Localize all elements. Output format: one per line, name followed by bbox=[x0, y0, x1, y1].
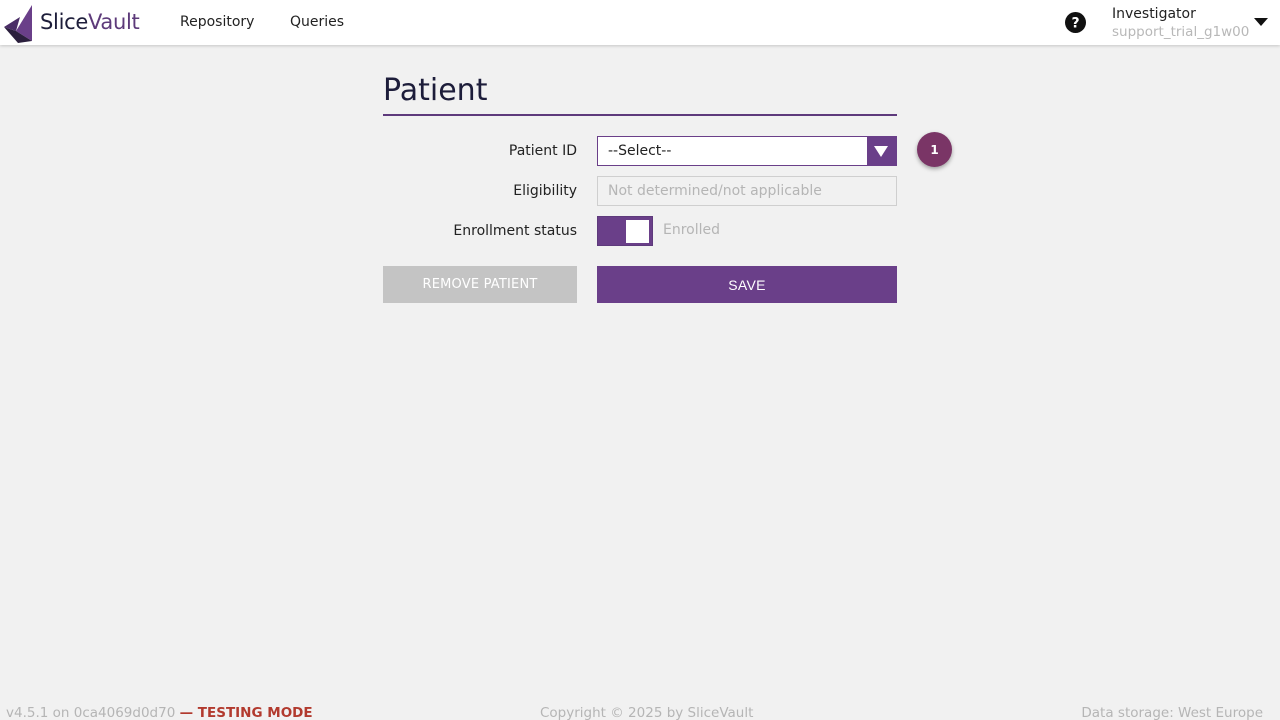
save-button[interactable]: SAVE bbox=[597, 266, 897, 303]
caret-down-icon bbox=[874, 146, 888, 157]
testing-mode-label: — TESTING MODE bbox=[179, 705, 313, 720]
brand-name-part2: Vault bbox=[87, 10, 140, 34]
dropdown-button[interactable] bbox=[867, 137, 896, 165]
remove-patient-button[interactable]: REMOVE PATIENT bbox=[383, 266, 577, 303]
title-divider bbox=[383, 114, 897, 116]
user-menu[interactable]: Investigator support_trial_g1w00 bbox=[1112, 5, 1249, 41]
step-badge: 1 bbox=[917, 132, 952, 167]
enrollment-toggle[interactable] bbox=[597, 216, 653, 246]
patient-id-label: Patient ID bbox=[508, 143, 577, 159]
chevron-down-icon[interactable] bbox=[1254, 18, 1268, 27]
footer-data-storage: Data storage: West Europe bbox=[1081, 705, 1263, 720]
slicevault-logo-icon[interactable] bbox=[4, 5, 34, 43]
toggle-knob bbox=[626, 220, 649, 243]
svg-text:?: ? bbox=[1071, 16, 1079, 32]
nav-repository[interactable]: Repository bbox=[180, 13, 254, 31]
footer-version: v4.5.1 on 0ca4069d0d70 — TESTING MODE bbox=[6, 704, 313, 720]
patient-id-select-value: --Select-- bbox=[608, 143, 672, 159]
nav-queries[interactable]: Queries bbox=[290, 13, 344, 31]
eligibility-field[interactable] bbox=[597, 176, 897, 206]
brand-name[interactable]: SliceVault bbox=[40, 9, 140, 35]
footer-copyright: Copyright © 2025 by SliceVault bbox=[540, 705, 754, 720]
page-title: Patient bbox=[383, 73, 488, 108]
patient-id-select[interactable]: --Select-- bbox=[597, 136, 897, 166]
user-name: support_trial_g1w00 bbox=[1112, 24, 1250, 40]
help-icon[interactable]: ? bbox=[1065, 12, 1086, 33]
eligibility-label: Eligibility bbox=[513, 183, 577, 199]
enrollment-status-label: Enrollment status bbox=[453, 223, 577, 239]
enrollment-state-label: Enrolled bbox=[663, 222, 721, 238]
top-bar: SliceVault Repository Queries ? Investig… bbox=[0, 0, 1280, 45]
brand-name-part1: Slice bbox=[40, 10, 88, 34]
version-text: v4.5.1 on 0ca4069d0d70 bbox=[6, 705, 176, 720]
user-role: Investigator bbox=[1112, 6, 1196, 22]
